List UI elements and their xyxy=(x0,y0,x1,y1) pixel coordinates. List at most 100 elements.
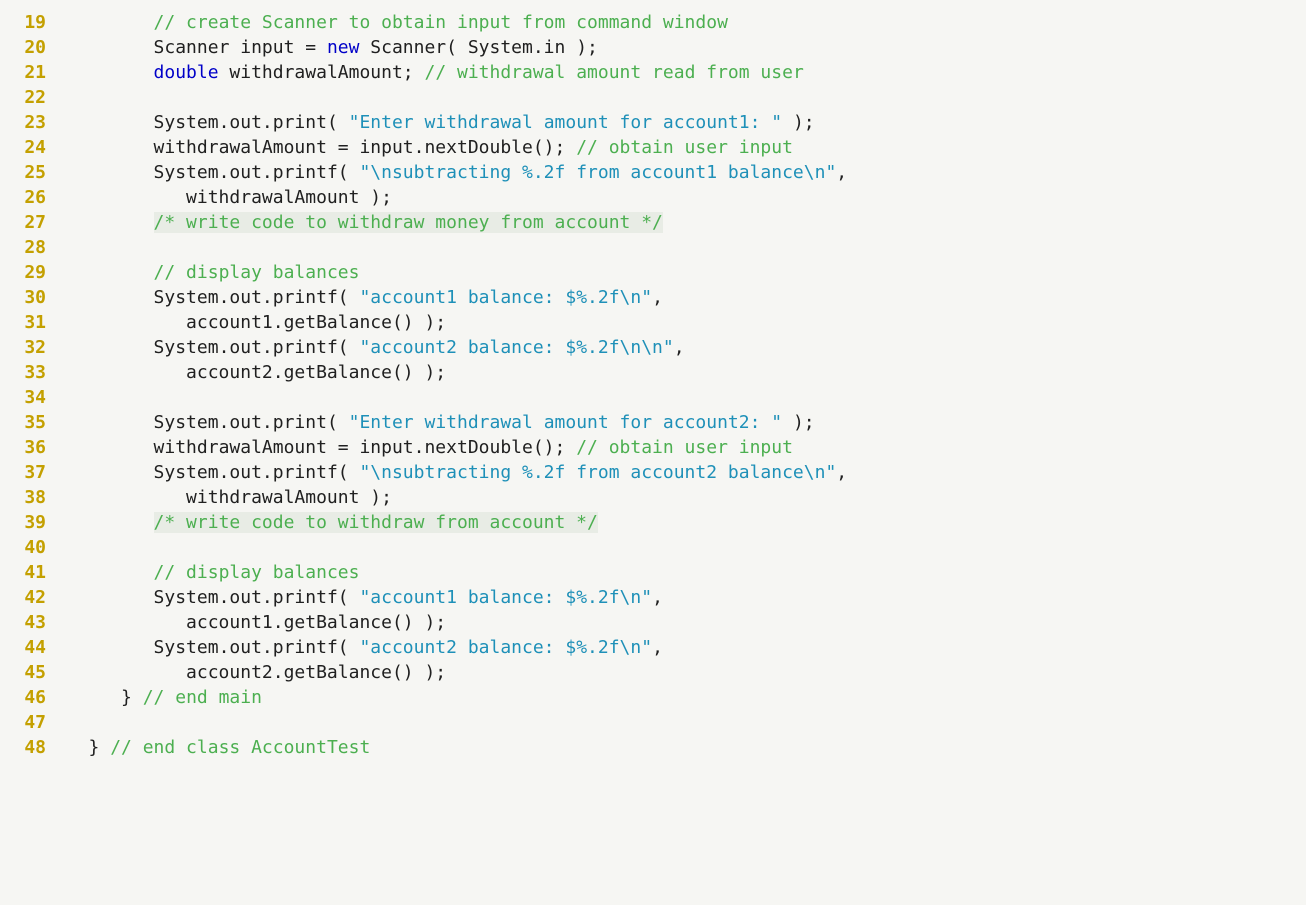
token: } xyxy=(89,737,111,758)
code-content: } // end main xyxy=(56,685,1306,710)
code-content: } // end class AccountTest xyxy=(56,735,1306,760)
line-number: 31 xyxy=(0,310,56,335)
token: // obtain user input xyxy=(576,437,793,458)
code-line: 22 xyxy=(0,85,1306,110)
code-line: 38 withdrawalAmount ); xyxy=(0,485,1306,510)
code-line: 29 // display balances xyxy=(0,260,1306,285)
token: // display balances xyxy=(154,562,360,583)
token: , xyxy=(652,287,663,308)
token: "\nsubtracting %.2f from account1 balanc… xyxy=(359,162,836,183)
token: System.out.printf( xyxy=(154,462,360,483)
token: account2.getBalance() ); xyxy=(186,362,446,383)
token: System.out.printf( xyxy=(154,587,360,608)
code-content: System.out.print( "Enter withdrawal amou… xyxy=(56,110,1306,135)
token: // end class AccountTest xyxy=(110,737,370,758)
token: "\nsubtracting %.2f from account2 balanc… xyxy=(359,462,836,483)
token: Scanner input = xyxy=(154,37,327,58)
token: // display balances xyxy=(154,262,360,283)
code-line: 44 System.out.printf( "account2 balance:… xyxy=(0,635,1306,660)
code-content: System.out.printf( "\nsubtracting %.2f f… xyxy=(56,460,1306,485)
line-number: 33 xyxy=(0,360,56,385)
token: ); xyxy=(782,112,815,133)
code-line: 35 System.out.print( "Enter withdrawal a… xyxy=(0,410,1306,435)
code-content: account1.getBalance() ); xyxy=(56,610,1306,635)
token: // create Scanner to obtain input from c… xyxy=(154,12,728,33)
token: , xyxy=(836,162,847,183)
token: // obtain user input xyxy=(576,137,793,158)
line-number: 38 xyxy=(0,485,56,510)
token: // withdrawal amount read from user xyxy=(424,62,803,83)
code-line: 45 account2.getBalance() ); xyxy=(0,660,1306,685)
code-content: account2.getBalance() ); xyxy=(56,660,1306,685)
line-number: 37 xyxy=(0,460,56,485)
code-content: System.out.printf( "account2 balance: $%… xyxy=(56,335,1306,360)
code-content xyxy=(56,85,1306,110)
line-number: 35 xyxy=(0,410,56,435)
code-line: 39 /* write code to withdraw from accoun… xyxy=(0,510,1306,535)
token: account1.getBalance() ); xyxy=(186,612,446,633)
code-line: 21 double withdrawalAmount; // withdrawa… xyxy=(0,60,1306,85)
token: /* write code to withdraw money from acc… xyxy=(154,212,663,233)
code-line: 23 System.out.print( "Enter withdrawal a… xyxy=(0,110,1306,135)
token: withdrawalAmount ); xyxy=(186,187,392,208)
code-content xyxy=(56,385,1306,410)
token: , xyxy=(652,587,663,608)
token: } xyxy=(121,687,143,708)
line-number: 19 xyxy=(0,10,56,35)
code-content: account1.getBalance() ); xyxy=(56,310,1306,335)
code-content xyxy=(56,710,1306,735)
token: withdrawalAmount; xyxy=(219,62,425,83)
line-number: 46 xyxy=(0,685,56,710)
code-content: System.out.printf( "account1 balance: $%… xyxy=(56,585,1306,610)
code-line: 43 account1.getBalance() ); xyxy=(0,610,1306,635)
code-line: 47 xyxy=(0,710,1306,735)
code-content: withdrawalAmount ); xyxy=(56,485,1306,510)
line-number: 44 xyxy=(0,635,56,660)
token: System.out.printf( xyxy=(154,637,360,658)
code-line: 26 withdrawalAmount ); xyxy=(0,185,1306,210)
token: , xyxy=(836,462,847,483)
code-content: Scanner input = new Scanner( System.in )… xyxy=(56,35,1306,60)
token: withdrawalAmount ); xyxy=(186,487,392,508)
token: withdrawalAmount = input.nextDouble(); xyxy=(154,437,577,458)
code-line: 32 System.out.printf( "account2 balance:… xyxy=(0,335,1306,360)
line-number: 25 xyxy=(0,160,56,185)
code-content: System.out.printf( "account1 balance: $%… xyxy=(56,285,1306,310)
code-line: 19 // create Scanner to obtain input fro… xyxy=(0,10,1306,35)
token: System.out.print( xyxy=(154,412,349,433)
code-content: account2.getBalance() ); xyxy=(56,360,1306,385)
token: "account2 balance: $%.2f\n" xyxy=(359,637,652,658)
token: "Enter withdrawal amount for account2: " xyxy=(349,412,782,433)
line-number: 26 xyxy=(0,185,56,210)
code-content: // create Scanner to obtain input from c… xyxy=(56,10,1306,35)
code-line: 41 // display balances xyxy=(0,560,1306,585)
line-number: 30 xyxy=(0,285,56,310)
code-line: 36 withdrawalAmount = input.nextDouble()… xyxy=(0,435,1306,460)
code-line: 28 xyxy=(0,235,1306,260)
token: , xyxy=(674,337,685,358)
code-content xyxy=(56,235,1306,260)
code-content: withdrawalAmount = input.nextDouble(); /… xyxy=(56,435,1306,460)
line-number: 43 xyxy=(0,610,56,635)
code-line: 34 xyxy=(0,385,1306,410)
code-content: double withdrawalAmount; // withdrawal a… xyxy=(56,60,1306,85)
token: ); xyxy=(782,412,815,433)
token: , xyxy=(652,637,663,658)
line-number: 20 xyxy=(0,35,56,60)
code-line: 37 System.out.printf( "\nsubtracting %.2… xyxy=(0,460,1306,485)
code-line: 25 System.out.printf( "\nsubtracting %.2… xyxy=(0,160,1306,185)
token: System.out.print( xyxy=(154,112,349,133)
token: new xyxy=(327,37,360,58)
token: withdrawalAmount = input.nextDouble(); xyxy=(154,137,577,158)
token: Scanner( System.in ); xyxy=(359,37,597,58)
line-number: 28 xyxy=(0,235,56,260)
code-line: 20 Scanner input = new Scanner( System.i… xyxy=(0,35,1306,60)
code-content: // display balances xyxy=(56,260,1306,285)
line-number: 21 xyxy=(0,60,56,85)
code-line: 46 } // end main xyxy=(0,685,1306,710)
line-number: 45 xyxy=(0,660,56,685)
code-content: withdrawalAmount = input.nextDouble(); /… xyxy=(56,135,1306,160)
token: "account1 balance: $%.2f\n" xyxy=(359,587,652,608)
line-number: 22 xyxy=(0,85,56,110)
line-number: 34 xyxy=(0,385,56,410)
